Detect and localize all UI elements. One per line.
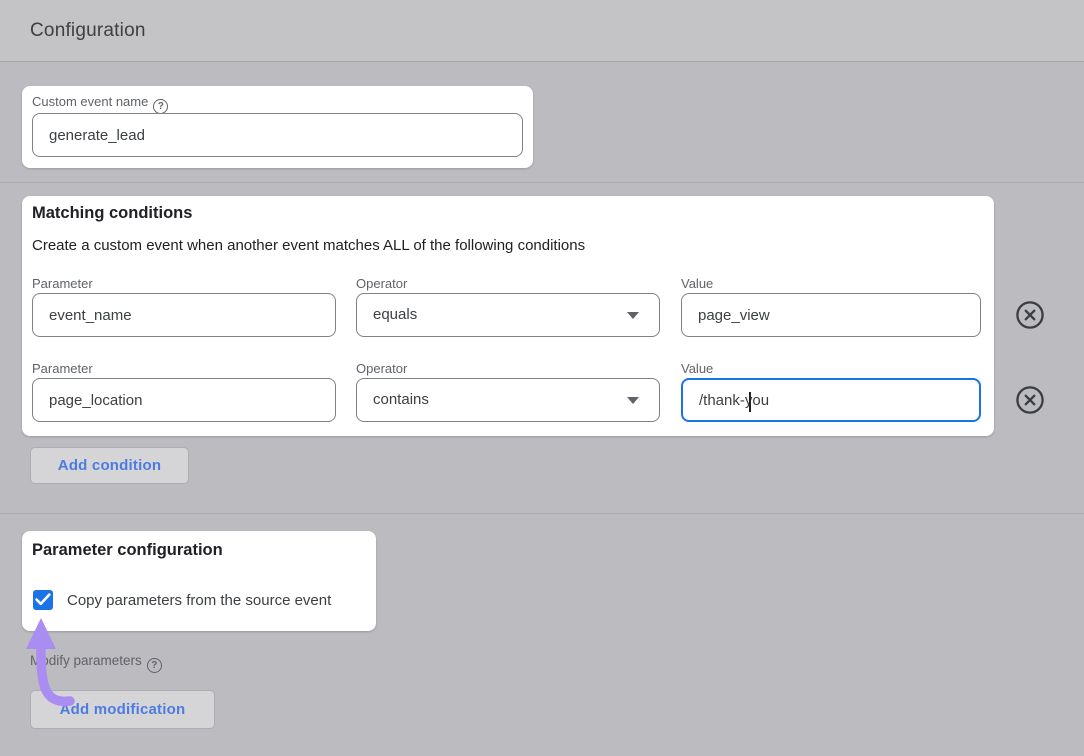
parameter-configuration-card: Parameter configuration — [22, 531, 376, 631]
modify-parameters-label: Modify parameters? — [30, 653, 162, 673]
condition-2-parameter-input[interactable] — [33, 379, 335, 421]
close-circle-icon — [1015, 385, 1045, 415]
operator-column-label: Operator — [356, 276, 407, 291]
condition-1-operator-select[interactable]: equals — [356, 293, 660, 337]
operator-column-label: Operator — [356, 361, 407, 376]
condition-1-operator-value: equals — [373, 294, 417, 336]
add-condition-button[interactable]: Add condition — [30, 447, 189, 484]
value-column-label: Value — [681, 361, 713, 376]
condition-2-operator-value: contains — [373, 379, 429, 421]
custom-event-name-field — [32, 113, 523, 157]
custom-event-name-card: Custom event name? — [22, 86, 533, 168]
copy-parameters-label: Copy parameters from the source event — [67, 592, 331, 609]
condition-2-operator-select[interactable]: contains — [356, 378, 660, 422]
remove-condition-2-button[interactable] — [1015, 385, 1045, 415]
custom-event-name-label: Custom event name? — [32, 94, 168, 114]
text-cursor — [749, 392, 751, 412]
custom-event-name-input[interactable] — [33, 114, 522, 156]
matching-conditions-card: Matching conditions Create a custom even… — [22, 196, 994, 436]
chevron-down-icon — [627, 397, 639, 404]
add-modification-button[interactable]: Add modification — [30, 690, 215, 729]
help-icon[interactable]: ? — [147, 658, 162, 673]
configuration-screen: Configuration Custom event name? Matchin… — [0, 0, 1084, 756]
chevron-down-icon — [627, 312, 639, 319]
copy-parameters-checkbox[interactable] — [33, 590, 53, 610]
parameter-column-label: Parameter — [32, 276, 93, 291]
condition-1-value-field — [681, 293, 981, 337]
custom-event-name-label-text: Custom event name — [32, 94, 148, 109]
parameter-configuration-title: Parameter configuration — [32, 541, 223, 560]
header-bar: Configuration — [0, 0, 1084, 62]
condition-1-parameter-input[interactable] — [33, 294, 335, 336]
value-column-label: Value — [681, 276, 713, 291]
section-divider — [0, 182, 1084, 183]
condition-2-value-field — [681, 378, 981, 422]
condition-2-parameter-field — [32, 378, 336, 422]
condition-2-value-input[interactable] — [683, 380, 979, 420]
close-circle-icon — [1015, 300, 1045, 330]
page-title: Configuration — [30, 0, 146, 62]
condition-1-parameter-field — [32, 293, 336, 337]
matching-conditions-description: Create a custom event when another event… — [32, 237, 585, 254]
remove-condition-1-button[interactable] — [1015, 300, 1045, 330]
checkmark-icon — [35, 593, 51, 606]
section-divider — [0, 513, 1084, 514]
help-icon[interactable]: ? — [153, 99, 168, 114]
condition-1-value-input[interactable] — [682, 294, 980, 336]
matching-conditions-title: Matching conditions — [32, 204, 192, 223]
parameter-column-label: Parameter — [32, 361, 93, 376]
modify-parameters-label-text: Modify parameters — [30, 653, 142, 668]
